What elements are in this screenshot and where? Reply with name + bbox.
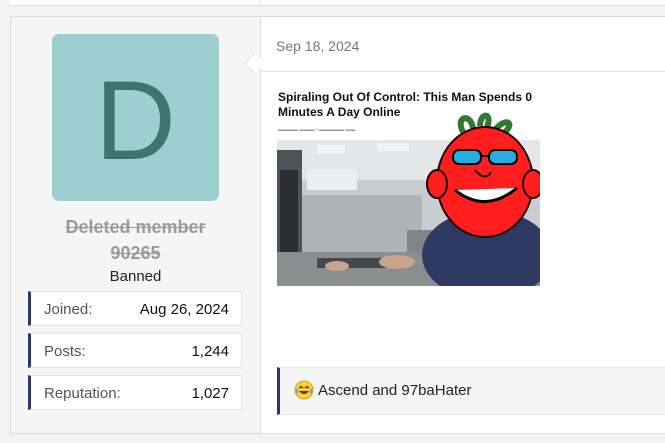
tears-of-joy-emoji-icon bbox=[294, 380, 314, 400]
forum-post: D Deleted member 90265 Banned Joined: Au… bbox=[10, 16, 665, 434]
stat-value: Aug 26, 2024 bbox=[139, 301, 229, 318]
stat-joined: Joined: Aug 26, 2024 bbox=[28, 291, 242, 326]
stat-label: Posts: bbox=[44, 343, 86, 360]
avatar-letter: D bbox=[95, 57, 176, 183]
stat-posts: Posts: 1,244 bbox=[28, 333, 242, 368]
post-date[interactable]: Sep 18, 2024 bbox=[276, 38, 359, 54]
username-line-2: 90265 bbox=[110, 243, 161, 263]
post-header-divider bbox=[261, 71, 665, 72]
stat-value: 1,244 bbox=[191, 343, 229, 360]
image-meta: ▬▬▬▬ ▬▬▬ • ▬▬▬▬▬ ▬▬ bbox=[278, 127, 356, 133]
user-title: Banned bbox=[109, 268, 162, 285]
stat-label: Joined: bbox=[44, 301, 93, 318]
reactions-bar[interactable]: Ascend and 97baHater bbox=[277, 367, 665, 415]
username-line-1: Deleted member bbox=[65, 217, 206, 237]
stat-value: 1,027 bbox=[191, 385, 229, 402]
username[interactable]: Deleted member 90265 bbox=[11, 214, 260, 266]
avatar[interactable]: D bbox=[52, 34, 219, 201]
post-author-panel: D Deleted member 90265 Banned Joined: Au… bbox=[11, 17, 261, 433]
stat-label: Reputation: bbox=[44, 385, 121, 402]
previous-post-edge bbox=[10, 0, 665, 6]
red-troll-face-icon bbox=[426, 112, 540, 238]
reaction-users[interactable]: Ascend and 97baHater bbox=[318, 382, 471, 399]
post-image[interactable]: Spiraling Out Of Control: This Man Spend… bbox=[277, 90, 540, 286]
stat-reputation: Reputation: 1,027 bbox=[28, 375, 242, 410]
